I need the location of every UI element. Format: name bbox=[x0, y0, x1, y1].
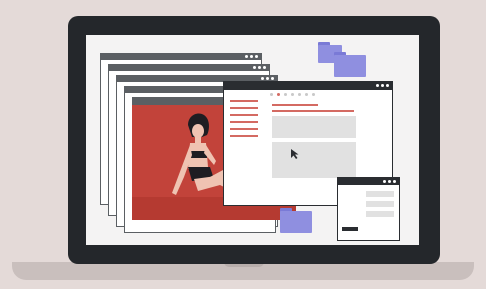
content-block[interactable] bbox=[272, 142, 356, 178]
window-dots-icon[interactable] bbox=[376, 84, 389, 87]
sidebar-line[interactable] bbox=[230, 100, 258, 102]
pagination-dots[interactable] bbox=[270, 93, 315, 96]
sidebar-line[interactable] bbox=[230, 121, 258, 123]
form-field[interactable] bbox=[366, 211, 394, 217]
content-heading-line bbox=[272, 104, 318, 106]
content-subheading-line bbox=[272, 110, 354, 112]
form-field[interactable] bbox=[366, 201, 394, 207]
folder-icon[interactable] bbox=[280, 211, 312, 233]
small-window bbox=[337, 177, 400, 241]
form-field[interactable] bbox=[366, 191, 394, 197]
window-dots-icon[interactable] bbox=[383, 180, 396, 183]
window-dots-icon bbox=[253, 66, 266, 69]
folder-icon[interactable] bbox=[334, 55, 366, 77]
content-block bbox=[272, 116, 356, 138]
window-dots-icon bbox=[261, 77, 274, 80]
sidebar-line[interactable] bbox=[230, 135, 258, 137]
browser-title-bar bbox=[224, 82, 392, 90]
sidebar-line[interactable] bbox=[230, 107, 258, 109]
sidebar-line[interactable] bbox=[230, 114, 258, 116]
cursor-icon bbox=[291, 149, 299, 159]
window-dots-icon bbox=[245, 55, 258, 58]
laptop-screen bbox=[86, 35, 419, 245]
submit-button[interactable] bbox=[342, 227, 358, 231]
small-window-title-bar bbox=[338, 178, 399, 185]
sidebar-line[interactable] bbox=[230, 128, 258, 130]
